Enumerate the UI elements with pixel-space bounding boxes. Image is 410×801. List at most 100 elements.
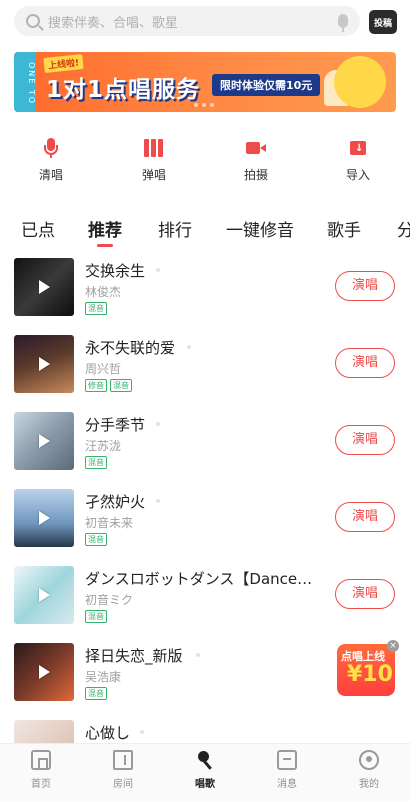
mix-badge: 混音 bbox=[85, 302, 107, 315]
play-icon bbox=[39, 280, 50, 294]
dot-icon bbox=[196, 653, 200, 657]
sing-button[interactable]: 演唱 bbox=[335, 502, 395, 532]
banner-pagination bbox=[194, 103, 214, 107]
nav-room[interactable]: 房间 bbox=[93, 750, 153, 790]
dot-icon bbox=[187, 345, 191, 349]
promo-line2: ¥10 bbox=[347, 662, 393, 687]
song-item[interactable]: 孑然妒火 初音未来 混音 演唱 bbox=[0, 489, 410, 549]
song-cover[interactable] bbox=[14, 720, 74, 743]
song-title: 分手季节 bbox=[85, 416, 146, 434]
song-cover[interactable] bbox=[14, 258, 74, 316]
mix-badge: 混音 bbox=[85, 610, 107, 623]
song-title: 永不失联的爱 bbox=[85, 339, 176, 357]
nav-messages[interactable]: 消息 bbox=[257, 750, 317, 790]
mix-badge: 混音 bbox=[85, 533, 107, 546]
tune-badge: 修音 bbox=[85, 379, 107, 392]
nav-home[interactable]: 首页 bbox=[11, 750, 71, 790]
func-label: 清唱 bbox=[38, 168, 63, 182]
song-cover[interactable] bbox=[14, 335, 74, 393]
microphone-icon bbox=[41, 138, 61, 158]
tab-indicator bbox=[97, 244, 113, 247]
tab-singers[interactable]: 歌手 bbox=[327, 216, 361, 241]
sing-icon bbox=[195, 750, 215, 770]
song-title: 择日失恋_新版 bbox=[85, 647, 183, 665]
import-icon: ↓ bbox=[348, 138, 368, 158]
nav-label: 我的 bbox=[359, 779, 379, 790]
dot-icon bbox=[156, 422, 160, 426]
function-row: 清唱 弹唱 拍摄 ↓ 导入 bbox=[0, 138, 410, 188]
music-note-illustration bbox=[334, 56, 386, 108]
nav-label: 消息 bbox=[277, 779, 297, 790]
song-cover[interactable] bbox=[14, 643, 74, 701]
tab-auto-tune[interactable]: 一键修音 bbox=[226, 216, 294, 241]
nav-label: 唱歌 bbox=[195, 779, 215, 790]
song-item[interactable]: ダンスロボットダンス【Dance… 初音ミク 混音 演唱 bbox=[0, 566, 410, 626]
camera-icon bbox=[246, 138, 266, 158]
search-input[interactable]: 搜索伴奏、合唱、歌星 bbox=[48, 12, 338, 31]
promo-banner[interactable]: ONE TO 上线啦! 1对1点唱服务 限时体验仅需10元 bbox=[14, 52, 396, 112]
func-label: 拍摄 bbox=[243, 168, 268, 182]
profile-icon bbox=[359, 750, 379, 770]
func-label: 弹唱 bbox=[141, 168, 166, 182]
song-title: ダンスロボットダンス【Dance… bbox=[85, 570, 313, 588]
sing-button[interactable]: 演唱 bbox=[335, 271, 395, 301]
song-artist: 初音未来 bbox=[85, 516, 134, 530]
floating-promo[interactable]: 点唱上线 ¥10 × bbox=[337, 640, 399, 698]
tab-recommended[interactable]: 推荐 bbox=[88, 216, 122, 241]
message-icon bbox=[277, 750, 297, 770]
nav-profile[interactable]: 我的 bbox=[339, 750, 399, 790]
submit-button[interactable]: 投稿 bbox=[369, 10, 397, 34]
song-item[interactable]: 分手季节 汪苏泷 混音 演唱 bbox=[0, 412, 410, 472]
func-acapella[interactable]: 清唱 bbox=[21, 138, 81, 183]
nav-label: 首页 bbox=[31, 779, 51, 790]
play-icon bbox=[39, 511, 50, 525]
song-artist: 汪苏泷 bbox=[85, 439, 122, 453]
song-artist: 周兴哲 bbox=[85, 362, 122, 376]
banner-side-text: ONE TO bbox=[14, 52, 36, 112]
song-title: 心做し bbox=[85, 724, 131, 742]
dot-icon bbox=[156, 268, 160, 272]
search-bar[interactable]: 搜索伴奏、合唱、歌星 bbox=[14, 6, 360, 36]
sing-button[interactable]: 演唱 bbox=[335, 348, 395, 378]
play-icon bbox=[39, 588, 50, 602]
nav-label: 房间 bbox=[113, 779, 133, 790]
func-label: 导入 bbox=[345, 168, 370, 182]
song-artist: 林俊杰 bbox=[85, 285, 122, 299]
mix-badge: 混音 bbox=[85, 687, 107, 700]
nav-sing[interactable]: 唱歌 bbox=[175, 750, 235, 790]
song-item[interactable]: 永不失联的爱 周兴哲 修音 混音 演唱 bbox=[0, 335, 410, 395]
song-item[interactable]: 交换余生 林俊杰 混音 演唱 bbox=[0, 258, 410, 318]
song-cover[interactable] bbox=[14, 566, 74, 624]
search-icon bbox=[26, 14, 40, 28]
func-shoot[interactable]: 拍摄 bbox=[226, 138, 286, 183]
banner-promo: 限时体验仅需10元 bbox=[212, 74, 321, 96]
mix-badge: 混音 bbox=[110, 379, 132, 392]
song-artist: 吴浩康 bbox=[85, 670, 122, 684]
voice-search-icon[interactable] bbox=[338, 14, 348, 32]
tab-ranking[interactable]: 排行 bbox=[158, 216, 192, 241]
song-cover[interactable] bbox=[14, 412, 74, 470]
mix-badge: 混音 bbox=[85, 456, 107, 469]
func-import[interactable]: ↓ 导入 bbox=[328, 138, 388, 183]
play-icon bbox=[39, 357, 50, 371]
tab-ordered[interactable]: 已点 bbox=[21, 216, 55, 241]
close-icon[interactable]: × bbox=[387, 640, 399, 652]
song-cover[interactable] bbox=[14, 489, 74, 547]
dot-icon bbox=[156, 499, 160, 503]
song-title: 孑然妒火 bbox=[85, 493, 146, 511]
home-icon bbox=[31, 750, 51, 770]
bottom-nav: 首页 房间 唱歌 消息 我的 bbox=[0, 743, 410, 801]
banner-title: 1对1点唱服务 bbox=[46, 77, 201, 103]
song-title: 交换余生 bbox=[85, 262, 146, 280]
play-icon bbox=[39, 665, 50, 679]
func-instrument[interactable]: 弹唱 bbox=[124, 138, 184, 183]
play-icon bbox=[39, 434, 50, 448]
category-tabs: 已点 推荐 排行 一键修音 歌手 分 bbox=[0, 212, 410, 248]
tab-more[interactable]: 分 bbox=[397, 216, 410, 241]
dot-icon bbox=[140, 730, 144, 734]
song-artist: 初音ミク bbox=[85, 593, 134, 607]
sing-button[interactable]: 演唱 bbox=[335, 425, 395, 455]
sing-button[interactable]: 演唱 bbox=[335, 579, 395, 609]
song-item[interactable]: 心做し bbox=[0, 720, 410, 743]
room-icon bbox=[113, 750, 133, 770]
